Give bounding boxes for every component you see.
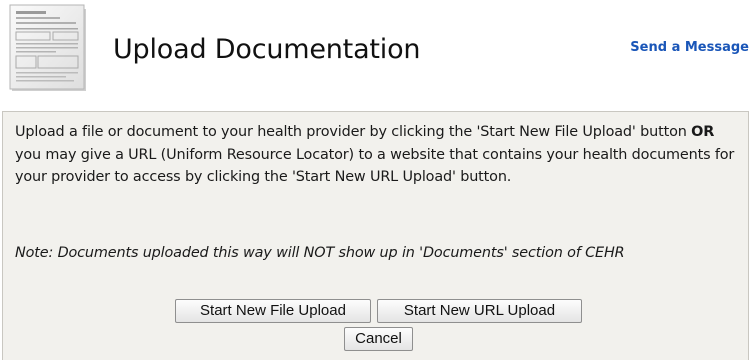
upload-instructions-text: Upload a file or document to your health… <box>15 121 743 189</box>
document-thumbnail-icon <box>9 4 86 91</box>
intro-text-part1: Upload a file or document to your health… <box>15 124 692 140</box>
intro-text-or: OR <box>691 124 715 140</box>
start-new-file-upload-button[interactable]: Start New File Upload <box>175 299 371 323</box>
upload-instructions-panel: Upload a file or document to your health… <box>2 111 749 360</box>
send-message-link[interactable]: Send a Message <box>630 40 749 55</box>
page-title: Upload Documentation <box>113 34 421 65</box>
cancel-button[interactable]: Cancel <box>344 327 413 351</box>
start-new-url-upload-button[interactable]: Start New URL Upload <box>377 299 582 323</box>
documents-note: Note: Documents uploaded this way will N… <box>15 245 625 261</box>
page-header: Upload Documentation Send a Message <box>0 0 751 98</box>
intro-text-part2: you may give a URL (Uniform Resource Loc… <box>15 146 735 186</box>
